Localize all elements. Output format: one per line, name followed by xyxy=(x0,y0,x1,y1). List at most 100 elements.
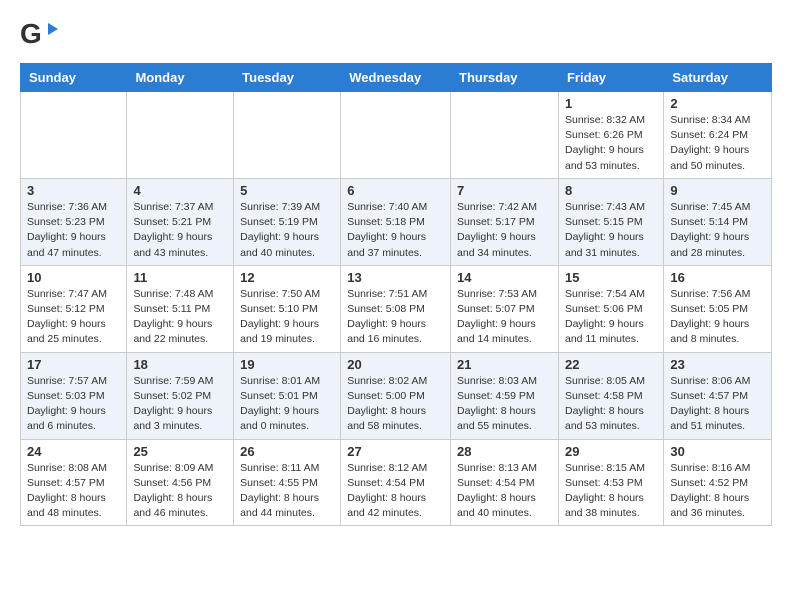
table-row: 30Sunrise: 8:16 AM Sunset: 4:52 PM Dayli… xyxy=(664,439,772,526)
day-info: Sunrise: 8:16 AM Sunset: 4:52 PM Dayligh… xyxy=(670,461,765,522)
day-info: Sunrise: 8:01 AM Sunset: 5:01 PM Dayligh… xyxy=(240,374,334,435)
day-info: Sunrise: 7:40 AM Sunset: 5:18 PM Dayligh… xyxy=(347,200,444,261)
day-number: 27 xyxy=(347,444,444,459)
table-row: 3Sunrise: 7:36 AM Sunset: 5:23 PM Daylig… xyxy=(21,178,127,265)
svg-text:G: G xyxy=(20,18,42,49)
table-row: 25 Sunrise: 8:09 AM Sunset: 4:56 PM Dayli… xyxy=(127,439,234,526)
calendar-week-row: 10 Sunrise: 7:47 AM Sunset: 5:12 PM Dayli… xyxy=(21,265,772,352)
col-tuesday: Tuesday xyxy=(234,64,341,92)
day-info: Sunrise: 8:03 AM Sunset: 4:59 PM Dayligh… xyxy=(457,374,552,435)
table-row xyxy=(341,92,451,179)
day-number: 15 xyxy=(565,270,657,285)
table-row: 17Sunrise: 7:57 AM Sunset: 5:03 PM Dayli… xyxy=(21,352,127,439)
table-row: 19 Sunrise: 8:01 AM Sunset: 5:01 PM Dayli… xyxy=(234,352,341,439)
day-info: Sunrise: 7:37 AM Sunset: 5:21 PM Dayligh… xyxy=(133,200,227,261)
col-friday: Friday xyxy=(558,64,663,92)
logo-icon: G xyxy=(20,15,58,53)
day-info: Sunrise: 8:06 AM Sunset: 4:57 PM Dayligh… xyxy=(670,374,765,435)
calendar-week-row: 17Sunrise: 7:57 AM Sunset: 5:03 PM Dayli… xyxy=(21,352,772,439)
table-row: 11 Sunrise: 7:48 AM Sunset: 5:11 PM Dayli… xyxy=(127,265,234,352)
logo: G xyxy=(20,15,62,53)
day-number: 3 xyxy=(27,183,120,198)
day-info: Sunrise: 7:47 AM Sunset: 5:12 PM Dayligh… xyxy=(27,287,120,348)
day-number: 9 xyxy=(670,183,765,198)
table-row: 18 Sunrise: 7:59 AM Sunset: 5:02 PM Dayli… xyxy=(127,352,234,439)
day-info: Sunrise: 8:32 AM Sunset: 6:26 PM Dayligh… xyxy=(565,113,657,174)
day-info: Sunrise: 7:42 AM Sunset: 5:17 PM Dayligh… xyxy=(457,200,552,261)
table-row xyxy=(127,92,234,179)
day-number: 28 xyxy=(457,444,552,459)
day-number: 23 xyxy=(670,357,765,372)
table-row: 12Sunrise: 7:50 AM Sunset: 5:10 PM Dayli… xyxy=(234,265,341,352)
day-number: 7 xyxy=(457,183,552,198)
day-info: Sunrise: 8:12 AM Sunset: 4:54 PM Dayligh… xyxy=(347,461,444,522)
day-number: 24 xyxy=(27,444,120,459)
day-number: 13 xyxy=(347,270,444,285)
day-number: 22 xyxy=(565,357,657,372)
table-row: 9Sunrise: 7:45 AM Sunset: 5:14 PM Daylig… xyxy=(664,178,772,265)
table-row: 2Sunrise: 8:34 AM Sunset: 6:24 PM Daylig… xyxy=(664,92,772,179)
day-number: 19 xyxy=(240,357,334,372)
day-number: 25 xyxy=(133,444,227,459)
calendar-week-row: 24 Sunrise: 8:08 AM Sunset: 4:57 PM Dayli… xyxy=(21,439,772,526)
day-number: 29 xyxy=(565,444,657,459)
day-info: Sunrise: 7:43 AM Sunset: 5:15 PM Dayligh… xyxy=(565,200,657,261)
day-info: Sunrise: 8:08 AM Sunset: 4:57 PM Dayligh… xyxy=(27,461,120,522)
day-info: Sunrise: 7:53 AM Sunset: 5:07 PM Dayligh… xyxy=(457,287,552,348)
page: G Sunday Monday Tuesday Wednesday xyxy=(0,0,792,541)
day-number: 12 xyxy=(240,270,334,285)
table-row: 27 Sunrise: 8:12 AM Sunset: 4:54 PM Dayli… xyxy=(341,439,451,526)
col-wednesday: Wednesday xyxy=(341,64,451,92)
table-row: 5 Sunrise: 7:39 AM Sunset: 5:19 PM Daylig… xyxy=(234,178,341,265)
day-number: 20 xyxy=(347,357,444,372)
day-info: Sunrise: 7:39 AM Sunset: 5:19 PM Dayligh… xyxy=(240,200,334,261)
day-info: Sunrise: 8:02 AM Sunset: 5:00 PM Dayligh… xyxy=(347,374,444,435)
table-row: 28 Sunrise: 8:13 AM Sunset: 4:54 PM Dayli… xyxy=(451,439,559,526)
table-row: 6Sunrise: 7:40 AM Sunset: 5:18 PM Daylig… xyxy=(341,178,451,265)
table-row: 20 Sunrise: 8:02 AM Sunset: 5:00 PM Dayli… xyxy=(341,352,451,439)
day-info: Sunrise: 8:34 AM Sunset: 6:24 PM Dayligh… xyxy=(670,113,765,174)
calendar-week-row: 1 Sunrise: 8:32 AM Sunset: 6:26 PM Daylig… xyxy=(21,92,772,179)
day-info: Sunrise: 7:56 AM Sunset: 5:05 PM Dayligh… xyxy=(670,287,765,348)
table-row xyxy=(21,92,127,179)
day-number: 21 xyxy=(457,357,552,372)
table-row: 24 Sunrise: 8:08 AM Sunset: 4:57 PM Dayli… xyxy=(21,439,127,526)
table-row: 7 Sunrise: 7:42 AM Sunset: 5:17 PM Daylig… xyxy=(451,178,559,265)
day-number: 26 xyxy=(240,444,334,459)
table-row: 22 Sunrise: 8:05 AM Sunset: 4:58 PM Dayli… xyxy=(558,352,663,439)
calendar-header-row: Sunday Monday Tuesday Wednesday Thursday… xyxy=(21,64,772,92)
col-thursday: Thursday xyxy=(451,64,559,92)
day-number: 1 xyxy=(565,96,657,111)
day-info: Sunrise: 8:13 AM Sunset: 4:54 PM Dayligh… xyxy=(457,461,552,522)
day-info: Sunrise: 8:09 AM Sunset: 4:56 PM Dayligh… xyxy=(133,461,227,522)
day-number: 16 xyxy=(670,270,765,285)
table-row: 4Sunrise: 7:37 AM Sunset: 5:21 PM Daylig… xyxy=(127,178,234,265)
table-row: 16 Sunrise: 7:56 AM Sunset: 5:05 PM Dayli… xyxy=(664,265,772,352)
table-row xyxy=(234,92,341,179)
day-info: Sunrise: 7:51 AM Sunset: 5:08 PM Dayligh… xyxy=(347,287,444,348)
header: G xyxy=(20,15,772,53)
day-number: 11 xyxy=(133,270,227,285)
day-info: Sunrise: 7:59 AM Sunset: 5:02 PM Dayligh… xyxy=(133,374,227,435)
day-info: Sunrise: 8:11 AM Sunset: 4:55 PM Dayligh… xyxy=(240,461,334,522)
table-row: 29 Sunrise: 8:15 AM Sunset: 4:53 PM Dayli… xyxy=(558,439,663,526)
calendar-table: Sunday Monday Tuesday Wednesday Thursday… xyxy=(20,63,772,526)
day-info: Sunrise: 8:05 AM Sunset: 4:58 PM Dayligh… xyxy=(565,374,657,435)
table-row: 8Sunrise: 7:43 AM Sunset: 5:15 PM Daylig… xyxy=(558,178,663,265)
day-number: 10 xyxy=(27,270,120,285)
day-info: Sunrise: 7:54 AM Sunset: 5:06 PM Dayligh… xyxy=(565,287,657,348)
day-number: 18 xyxy=(133,357,227,372)
table-row: 23 Sunrise: 8:06 AM Sunset: 4:57 PM Dayli… xyxy=(664,352,772,439)
col-monday: Monday xyxy=(127,64,234,92)
day-number: 14 xyxy=(457,270,552,285)
day-info: Sunrise: 7:48 AM Sunset: 5:11 PM Dayligh… xyxy=(133,287,227,348)
table-row: 10 Sunrise: 7:47 AM Sunset: 5:12 PM Dayli… xyxy=(21,265,127,352)
calendar-week-row: 3Sunrise: 7:36 AM Sunset: 5:23 PM Daylig… xyxy=(21,178,772,265)
table-row: 14 Sunrise: 7:53 AM Sunset: 5:07 PM Dayli… xyxy=(451,265,559,352)
col-sunday: Sunday xyxy=(21,64,127,92)
table-row: 21 Sunrise: 8:03 AM Sunset: 4:59 PM Dayli… xyxy=(451,352,559,439)
day-info: Sunrise: 8:15 AM Sunset: 4:53 PM Dayligh… xyxy=(565,461,657,522)
table-row: 26 Sunrise: 8:11 AM Sunset: 4:55 PM Dayli… xyxy=(234,439,341,526)
table-row: 13 Sunrise: 7:51 AM Sunset: 5:08 PM Dayli… xyxy=(341,265,451,352)
day-number: 5 xyxy=(240,183,334,198)
